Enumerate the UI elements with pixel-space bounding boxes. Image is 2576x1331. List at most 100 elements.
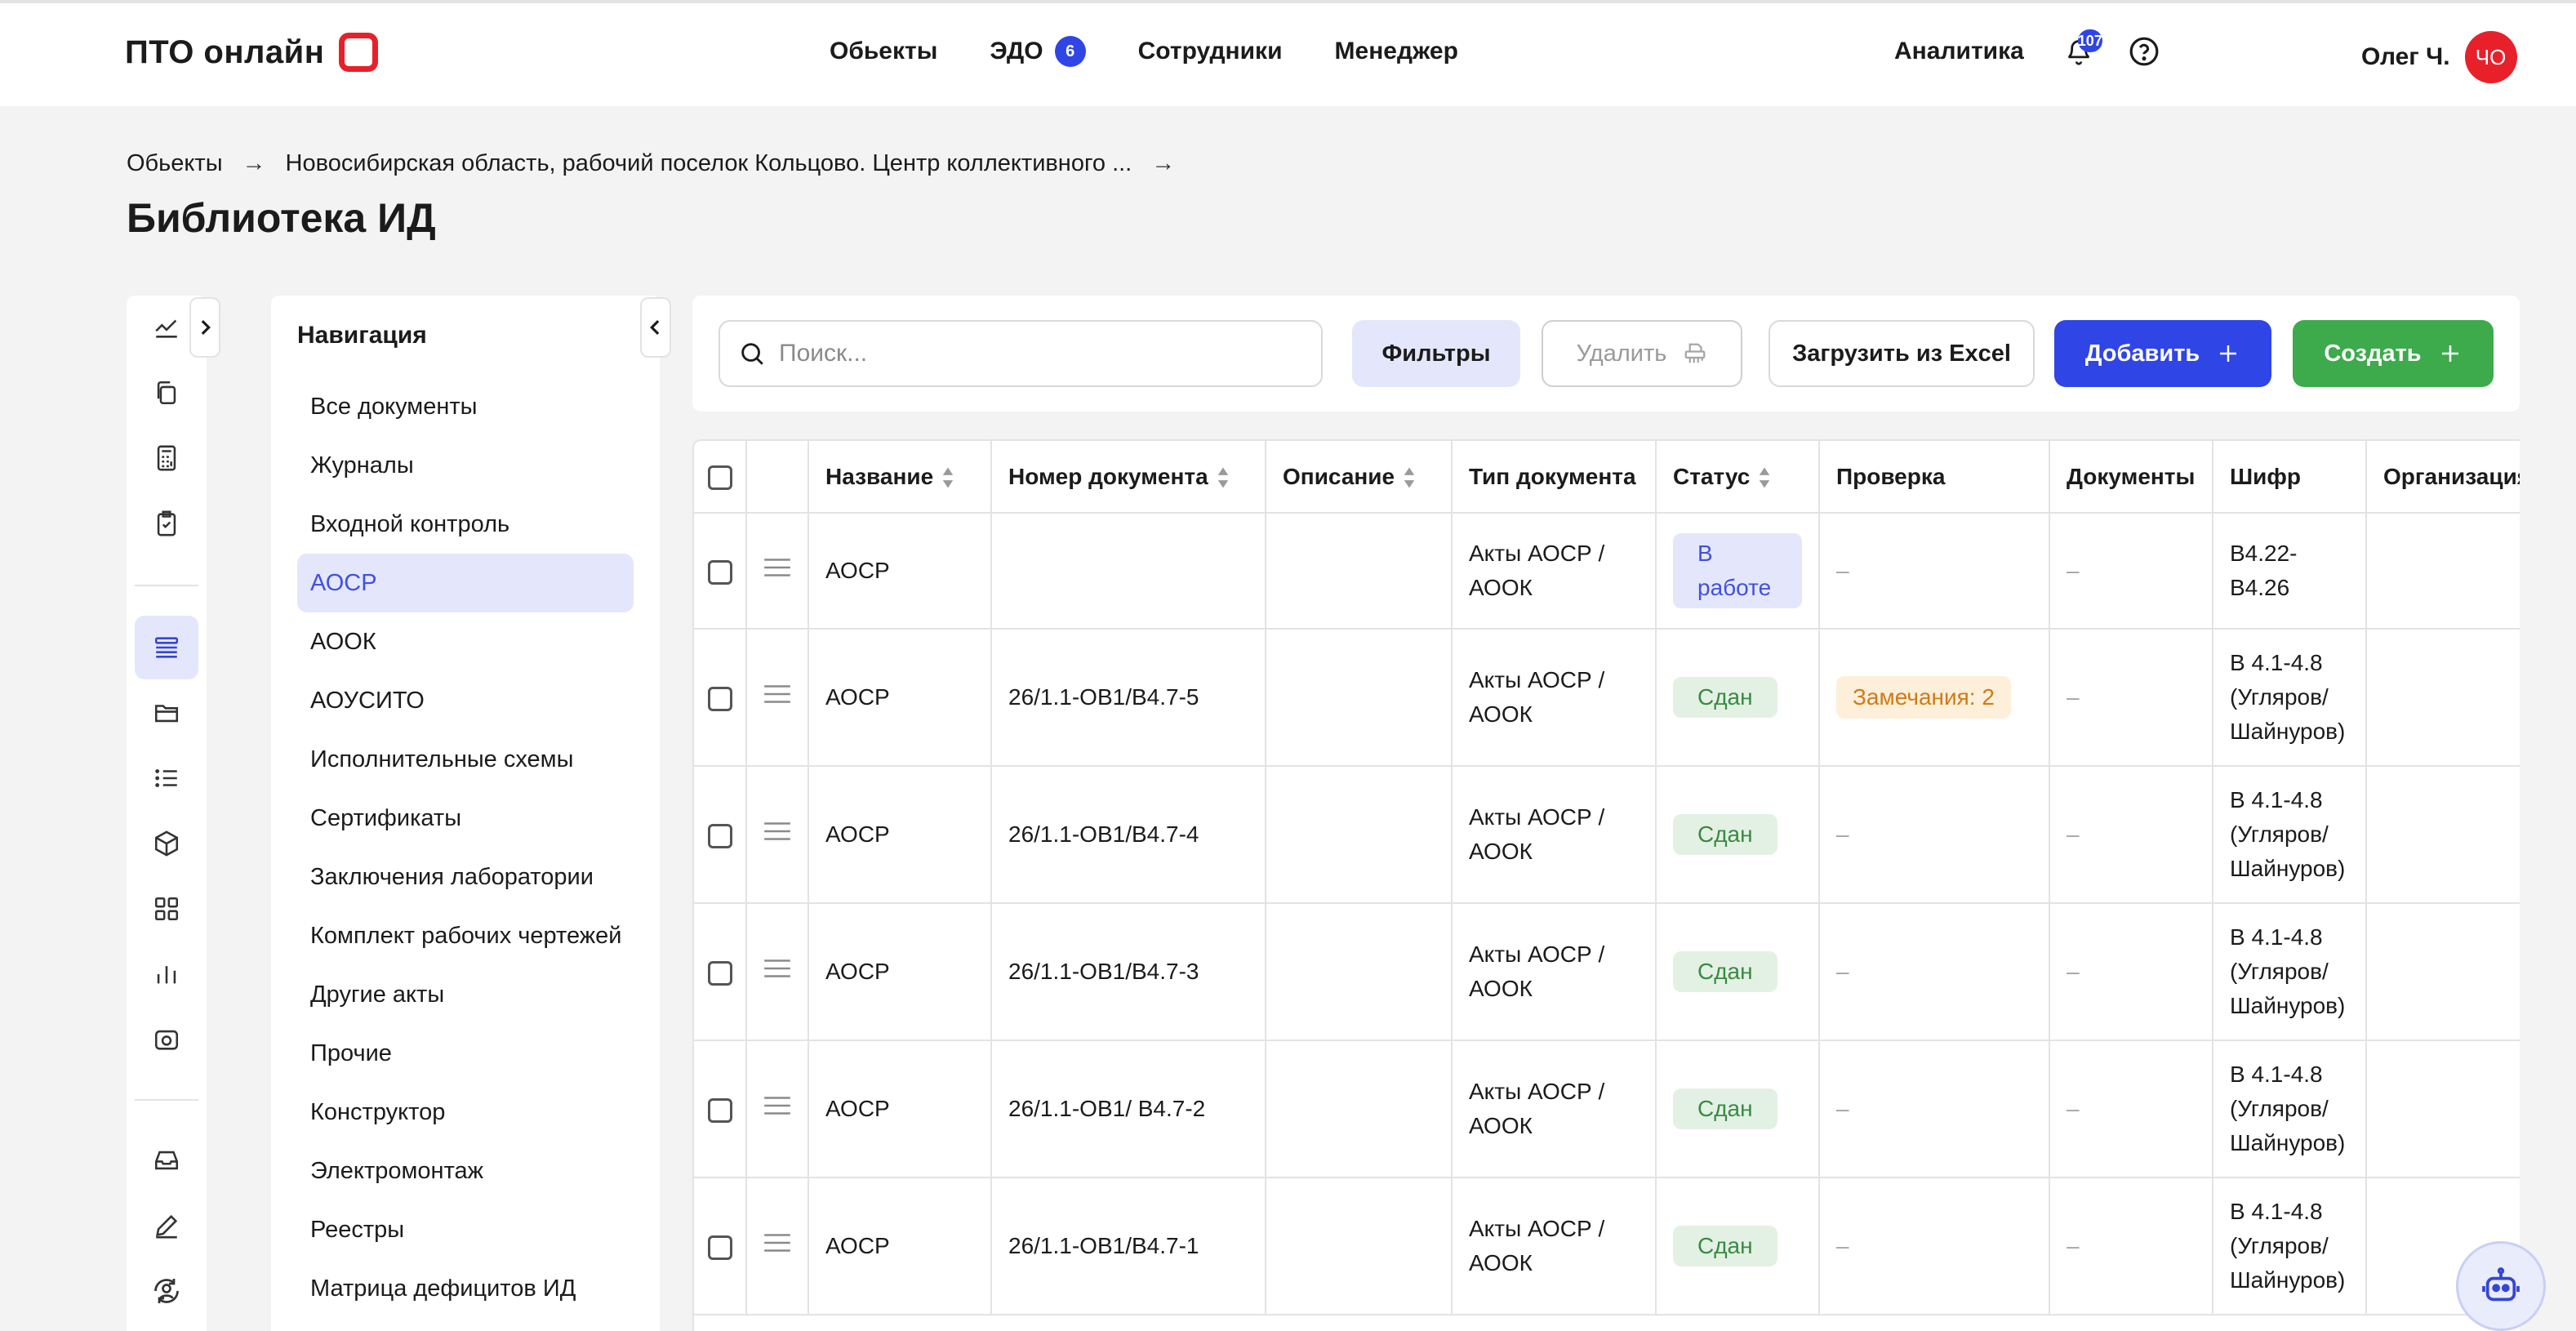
- nav-item-aousito[interactable]: АОУСИТО: [297, 671, 634, 730]
- nav-item-registers[interactable]: Реестры: [297, 1200, 634, 1259]
- column-header-check[interactable]: Проверка: [1819, 441, 2050, 514]
- table-row[interactable]: АОСР 26/1.1-ОВ1/В4.7-5 Акты АОСР / АООК …: [694, 629, 2520, 767]
- rail-list[interactable]: [135, 746, 198, 810]
- assistant-bot-button[interactable]: [2456, 1241, 2546, 1331]
- breadcrumb-item-objects[interactable]: Обьекты: [127, 150, 223, 177]
- drag-handle[interactable]: [746, 903, 809, 1041]
- column-header-number[interactable]: Номер документа: [991, 441, 1266, 514]
- rail-folder[interactable]: [135, 681, 198, 745]
- collapse-navigation-button[interactable]: [640, 297, 671, 358]
- nav-employees[interactable]: Сотрудники: [1138, 38, 1283, 65]
- help-button[interactable]: [2125, 33, 2163, 70]
- column-header-organization[interactable]: Организация: [2366, 441, 2520, 514]
- nav-item-incoming-control[interactable]: Входной контроль: [297, 495, 634, 554]
- nav-item-electrical[interactable]: Электромонтаж: [297, 1142, 634, 1200]
- rail-clipboard[interactable]: [135, 492, 198, 555]
- column-header-name[interactable]: Название: [808, 441, 992, 514]
- nav-objects[interactable]: Обьекты: [830, 38, 937, 65]
- row-checkbox[interactable]: [707, 823, 732, 848]
- nav-item-constructor[interactable]: Конструктор: [297, 1083, 634, 1142]
- rail-camera[interactable]: [135, 1008, 198, 1071]
- nav-item-deficit-matrix[interactable]: Матрица дефицитов ИД: [297, 1259, 634, 1318]
- icon-rail: [127, 296, 207, 1331]
- nav-manager[interactable]: Менеджер: [1335, 38, 1458, 65]
- filters-button[interactable]: Фильтры: [1352, 320, 1520, 387]
- cell-documents: –: [2049, 903, 2213, 1041]
- nav-item-certificates[interactable]: Сертификаты: [297, 789, 634, 848]
- row-select-cell[interactable]: [694, 903, 747, 1041]
- rail-grid[interactable]: [135, 877, 198, 941]
- table-row[interactable]: АОСР 26/1.1-ОВ1/ В4.7-2 Акты АОСР / АООК…: [694, 1040, 2520, 1178]
- sort-icon[interactable]: [1758, 466, 1771, 489]
- nav-item-journals[interactable]: Журналы: [297, 436, 634, 495]
- sort-icon[interactable]: [1403, 466, 1416, 489]
- cell-cipher: В 4.1-4.8 (Угляров/Шайнуров): [2213, 1177, 2367, 1315]
- cell-description: [1266, 629, 1453, 767]
- table-row[interactable]: АОСР 26/1.1-ОВ1/В4.7-4 Акты АОСР / АООК …: [694, 766, 2520, 904]
- cell-cipher: В 4.1-4.8 (Угляров/Шайнуров): [2213, 629, 2367, 767]
- row-select-cell[interactable]: [694, 766, 747, 904]
- nav-item-executive-schemes[interactable]: Исполнительные схемы: [297, 730, 634, 789]
- remarks-badge[interactable]: Замечания: 2: [1836, 676, 2011, 719]
- analytics-link[interactable]: Аналитика: [1894, 38, 2024, 65]
- rail-copy[interactable]: [135, 361, 198, 425]
- sort-icon[interactable]: [1217, 466, 1230, 489]
- user-menu[interactable]: Олег Ч. ЧО: [2361, 31, 2517, 83]
- notifications-button[interactable]: 107: [2060, 29, 2102, 70]
- top-bar: ПТО онлайн Обьекты ЭДО 6 Сотрудники Менед…: [0, 0, 2576, 106]
- rail-cube[interactable]: [135, 812, 198, 875]
- cell-type: Акты АОСР / АООК: [1452, 513, 1657, 630]
- nav-item-lab-reports[interactable]: Заключения лаборатории: [297, 848, 634, 906]
- drag-handle[interactable]: [746, 513, 809, 630]
- search-input[interactable]: [779, 340, 1269, 367]
- row-select-cell[interactable]: [694, 1177, 747, 1315]
- table-header-row: Название Номер документа Описание Тип до…: [694, 441, 2520, 514]
- row-checkbox[interactable]: [707, 1235, 732, 1260]
- nav-item-other[interactable]: Прочие: [297, 1024, 634, 1083]
- drag-handle[interactable]: [746, 1040, 809, 1178]
- cell-status: Сдан: [1656, 766, 1820, 904]
- table-row[interactable]: АОСР 26/1.1-ОВ1/В4.7-1 Акты АОСР / АООК …: [694, 1177, 2520, 1315]
- row-select-cell[interactable]: [694, 513, 747, 630]
- header-select-all[interactable]: [694, 441, 747, 514]
- row-checkbox[interactable]: [707, 960, 732, 986]
- column-header-documents[interactable]: Документы: [2049, 441, 2213, 514]
- row-checkbox[interactable]: [707, 559, 732, 585]
- nav-item-working-drawings[interactable]: Комплект рабочих чертежей: [297, 906, 634, 965]
- upload-excel-button[interactable]: Загрузить из Excel: [1768, 320, 2035, 387]
- row-select-cell[interactable]: [694, 629, 747, 767]
- row-checkbox[interactable]: [707, 686, 732, 711]
- rail-calculator[interactable]: [135, 426, 198, 490]
- column-header-description[interactable]: Описание: [1266, 441, 1453, 514]
- rail-user-sync[interactable]: [135, 1259, 198, 1323]
- table-row[interactable]: АОСР 26/1.1-ОВ1/В4.7-3 Акты АОСР / АООК …: [694, 903, 2520, 1041]
- rail-inbox[interactable]: [135, 1128, 198, 1192]
- create-button[interactable]: Создать: [2293, 320, 2494, 387]
- delete-button[interactable]: Удалить: [1542, 320, 1742, 387]
- expand-rail-button[interactable]: [189, 297, 220, 358]
- sort-icon[interactable]: [941, 466, 954, 489]
- drag-handle[interactable]: [746, 766, 809, 904]
- rail-list-view[interactable]: [135, 616, 198, 679]
- column-header-type[interactable]: Тип документа: [1452, 441, 1657, 514]
- drag-handle[interactable]: [746, 1177, 809, 1315]
- rail-pencil[interactable]: [135, 1194, 198, 1258]
- rail-bar-chart[interactable]: [135, 942, 198, 1006]
- nav-item-aook[interactable]: АООК: [297, 612, 634, 671]
- nav-item-other-acts[interactable]: Другие акты: [297, 965, 634, 1024]
- column-header-status[interactable]: Статус: [1656, 441, 1820, 514]
- select-all-checkbox[interactable]: [707, 465, 732, 491]
- drag-handle[interactable]: [746, 629, 809, 767]
- table-row[interactable]: АОСР Акты АОСР / АООК В работе – – В4.22…: [694, 513, 2520, 630]
- nav-item-aosr[interactable]: АОСР: [297, 554, 634, 612]
- add-button[interactable]: Добавить: [2054, 320, 2271, 387]
- search-box[interactable]: [719, 320, 1323, 387]
- nav-item-all-documents[interactable]: Все документы: [297, 377, 634, 436]
- nav-edo[interactable]: ЭДО 6: [990, 36, 1086, 67]
- row-checkbox[interactable]: [707, 1097, 732, 1123]
- row-select-cell[interactable]: [694, 1040, 747, 1178]
- cell-documents: –: [2049, 766, 2213, 904]
- column-header-cipher[interactable]: Шифр: [2213, 441, 2367, 514]
- breadcrumb-item-project[interactable]: Новосибирская область, рабочий поселок К…: [286, 150, 1132, 177]
- logo[interactable]: ПТО онлайн: [125, 33, 379, 72]
